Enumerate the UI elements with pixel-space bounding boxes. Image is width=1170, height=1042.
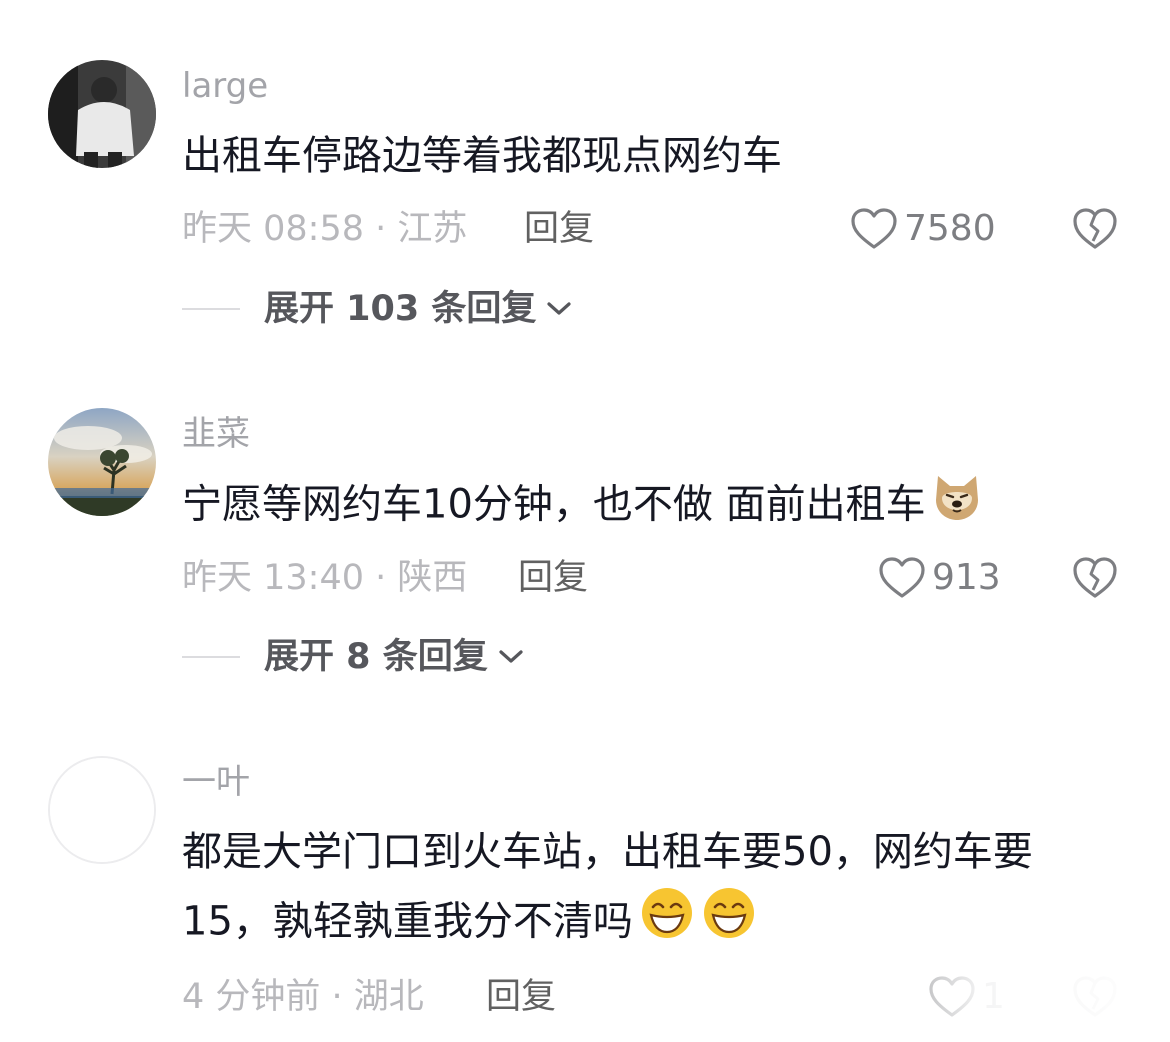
like-button[interactable]: 913 [878,556,1001,600]
doge-icon [932,470,982,543]
reply-button[interactable]: 回复 [524,208,594,250]
comment-item: large 出租车停路边等着我都现点网约车 昨天 08:58 · 江苏 回复 7… [0,0,1170,360]
comment-text-body: 宁愿等网约车10分钟，也不做 面前出租车 [182,481,926,528]
username[interactable]: large [182,66,268,106]
time-location: 4 分钟前 · 湖北 [182,977,424,1017]
like-count: 7580 [904,208,996,249]
like-button[interactable]: 7580 [850,207,996,251]
heart-icon [929,976,975,1017]
time-location: 昨天 13:40 · 陕西 [182,558,468,598]
chevron-down-icon [499,650,523,663]
heart-icon [879,557,925,598]
comment-text-body: 15，孰轻孰重我分不清吗 [182,898,633,945]
divider [182,656,240,658]
broken-heart-icon[interactable] [1072,207,1118,251]
comment-text: 出租车停路边等着我都现点网约车 [182,133,782,179]
like-button[interactable]: 1 [928,975,1005,1019]
broken-heart-icon[interactable] [1072,975,1118,1019]
username[interactable]: 一叶 [182,762,250,802]
heart-icon [851,208,897,249]
reply-button[interactable]: 回复 [518,557,588,599]
expand-replies-label: 展开 8 条回复 [264,637,488,677]
expand-replies[interactable]: 展开 103 条回复 [182,288,572,330]
expand-replies-label: 展开 103 条回复 [264,289,537,329]
divider [182,308,240,310]
broken-heart-icon[interactable] [1072,556,1118,600]
grin-icon [701,886,757,961]
reply-button[interactable]: 回复 [486,976,556,1018]
grin-icon [639,886,695,961]
avatar-photo-person [48,60,156,168]
comment-text-line: 15，孰轻孰重我分不清吗 [182,886,1142,961]
username[interactable]: 韭菜 [182,414,250,454]
avatar-photo-landscape [48,408,156,516]
like-count: 1 [982,976,1005,1017]
watermark-fade [0,965,1170,1042]
avatar-blank [50,758,154,862]
expand-replies[interactable]: 展开 8 条回复 [182,636,524,678]
comment-text-line: 都是大学门口到火车站，出租车要50，网约车要 [182,829,1033,875]
like-count: 913 [932,557,1001,598]
avatar[interactable] [48,756,156,864]
time-location: 昨天 08:58 · 江苏 [182,209,468,249]
avatar[interactable] [48,60,156,168]
avatar[interactable] [48,408,156,516]
comment-text: 宁愿等网约车10分钟，也不做 面前出租车 [182,470,1142,543]
chevron-down-icon [547,302,572,315]
comment-text: 都是大学门口到火车站，出租车要50，网约车要 15，孰轻孰重我分不清吗 [182,818,1142,961]
